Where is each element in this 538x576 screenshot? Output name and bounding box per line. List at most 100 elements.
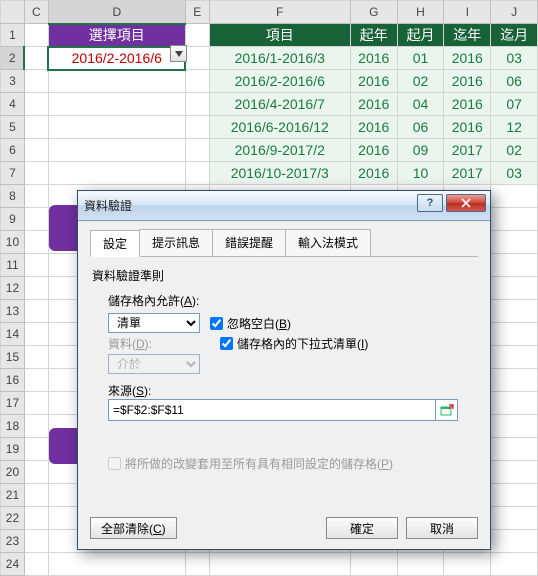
row-header[interactable]: 17 [1, 392, 25, 415]
cell[interactable] [24, 369, 48, 392]
cell[interactable] [24, 553, 48, 576]
clear-all-button[interactable]: 全部清除(C) [90, 517, 177, 539]
row-header[interactable]: 4 [1, 93, 25, 116]
row-header[interactable]: 23 [1, 530, 25, 553]
cell[interactable]: 2016 [444, 47, 491, 70]
cell[interactable]: 迄年 [444, 24, 491, 47]
row-header[interactable]: 16 [1, 369, 25, 392]
cell[interactable] [24, 438, 48, 461]
cell[interactable] [397, 553, 444, 576]
cell[interactable] [491, 461, 538, 484]
cell[interactable]: 02 [491, 139, 538, 162]
cell[interactable] [24, 530, 48, 553]
row-header[interactable]: 15 [1, 346, 25, 369]
col-header-c[interactable]: C [24, 1, 48, 24]
dialog-help-button[interactable]: ? [417, 194, 443, 212]
col-header-f[interactable]: F [209, 1, 350, 24]
col-header-h[interactable]: H [397, 1, 444, 24]
select-all-corner[interactable] [1, 1, 25, 24]
cell[interactable] [185, 24, 209, 47]
cell[interactable] [48, 70, 185, 93]
tab-error-alert[interactable]: 錯誤提醒 [212, 229, 286, 256]
ignore-blank-input[interactable] [210, 317, 223, 330]
row-header[interactable]: 8 [1, 185, 25, 208]
cell[interactable] [24, 323, 48, 346]
cell[interactable]: 04 [397, 93, 444, 116]
cell[interactable] [24, 185, 48, 208]
cell[interactable]: 2016 [350, 70, 397, 93]
cell[interactable]: 2016 [350, 93, 397, 116]
cell[interactable] [491, 484, 538, 507]
cell[interactable]: 01 [397, 47, 444, 70]
cell[interactable] [491, 415, 538, 438]
cell[interactable] [444, 553, 491, 576]
cell[interactable]: 起月 [397, 24, 444, 47]
cell[interactable]: 02 [397, 70, 444, 93]
incell-dropdown-checkbox[interactable]: 儲存格內的下拉式清單(I) [220, 335, 368, 352]
row-header[interactable]: 9 [1, 208, 25, 231]
cell[interactable] [48, 553, 185, 576]
cell[interactable]: 10 [397, 162, 444, 185]
col-header-d[interactable]: D [48, 1, 185, 24]
cell[interactable] [24, 24, 48, 47]
cell[interactable] [24, 93, 48, 116]
cell[interactable]: 07 [491, 93, 538, 116]
cell[interactable]: 2016 [350, 162, 397, 185]
cell[interactable] [24, 277, 48, 300]
cell[interactable] [209, 553, 350, 576]
cell[interactable] [491, 507, 538, 530]
row-header[interactable]: 14 [1, 323, 25, 346]
cell[interactable] [24, 139, 48, 162]
row-header[interactable]: 10 [1, 231, 25, 254]
incell-dropdown-input[interactable] [220, 337, 233, 350]
row-header[interactable]: 11 [1, 254, 25, 277]
cell[interactable]: 2016/4-2016/7 [209, 93, 350, 116]
tab-ime-mode[interactable]: 輸入法模式 [285, 229, 371, 256]
dialog-close-button[interactable] [446, 194, 486, 212]
col-header-i[interactable]: I [444, 1, 491, 24]
cell[interactable] [491, 208, 538, 231]
row-header[interactable]: 1 [1, 24, 25, 47]
cell[interactable] [491, 185, 538, 208]
range-select-button[interactable] [436, 399, 458, 421]
cell[interactable]: 2016 [350, 139, 397, 162]
row-header[interactable]: 3 [1, 70, 25, 93]
dialog-titlebar[interactable]: 資料驗證 ? [78, 191, 490, 221]
cell[interactable] [24, 346, 48, 369]
cell[interactable] [491, 438, 538, 461]
cell[interactable]: 2016 [350, 47, 397, 70]
ok-button[interactable]: 確定 [326, 517, 398, 539]
row-header[interactable]: 18 [1, 415, 25, 438]
col-header-e[interactable]: E [185, 1, 209, 24]
row-header[interactable]: 19 [1, 438, 25, 461]
cell[interactable]: 2016 [350, 116, 397, 139]
cell[interactable]: 2017 [444, 139, 491, 162]
cell[interactable] [491, 369, 538, 392]
cell[interactable] [48, 139, 185, 162]
row-header[interactable]: 6 [1, 139, 25, 162]
cell[interactable] [24, 392, 48, 415]
cell[interactable] [24, 300, 48, 323]
cell[interactable]: 03 [491, 162, 538, 185]
cell[interactable] [185, 553, 209, 576]
cell[interactable]: 09 [397, 139, 444, 162]
cell[interactable] [24, 116, 48, 139]
cell[interactable]: 2016/6-2016/12 [209, 116, 350, 139]
cell[interactable] [491, 300, 538, 323]
row-header[interactable]: 2 [1, 47, 25, 70]
cell[interactable] [350, 553, 397, 576]
cell-dropdown-button[interactable] [170, 45, 187, 62]
cell[interactable] [185, 116, 209, 139]
cell[interactable]: 2016 [444, 93, 491, 116]
col-header-j[interactable]: J [491, 1, 538, 24]
cell[interactable]: 2016/2-2016/6 [209, 70, 350, 93]
cell[interactable] [185, 70, 209, 93]
row-header[interactable]: 13 [1, 300, 25, 323]
cell[interactable] [24, 162, 48, 185]
cell[interactable]: 選擇項目 [48, 24, 185, 47]
cell[interactable]: 2016 [444, 116, 491, 139]
row-header[interactable]: 22 [1, 507, 25, 530]
cell[interactable] [24, 461, 48, 484]
cell[interactable]: 06 [397, 116, 444, 139]
allow-combo[interactable]: 清單 [108, 313, 200, 333]
